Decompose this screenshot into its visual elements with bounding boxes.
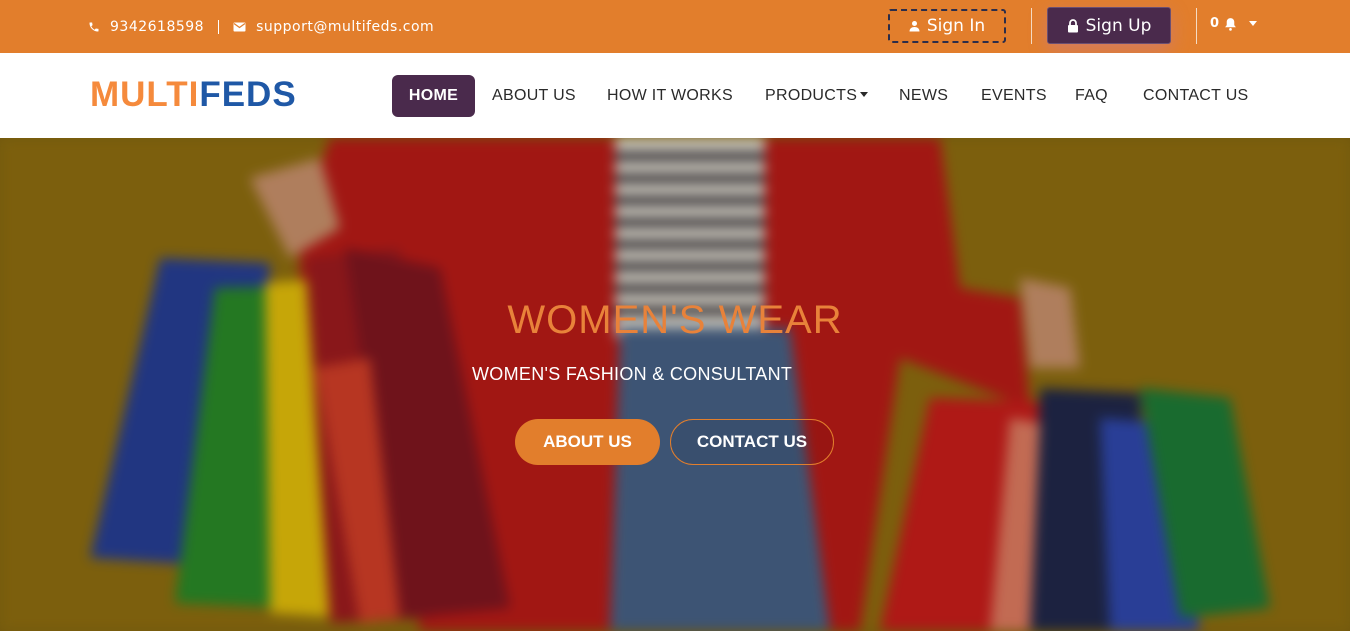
sign-in-label: Sign In <box>926 16 986 36</box>
nav-news[interactable]: NEWS <box>899 75 948 117</box>
nav-about-us[interactable]: ABOUT US <box>492 75 576 117</box>
phone-icon <box>89 22 99 31</box>
brand-logo[interactable]: MULTIFEDS <box>90 75 297 115</box>
hero-contact-us-button[interactable]: CONTACT US <box>670 419 834 465</box>
nav-home[interactable]: HOME <box>392 75 475 117</box>
nav-faq[interactable]: FAQ <box>1075 75 1108 117</box>
nav-events[interactable]: EVENTS <box>981 75 1047 117</box>
phone-contact[interactable]: 9342618598 <box>88 19 204 35</box>
notification-count: 0 <box>1210 16 1220 31</box>
contact-info: 9342618598 support@multifeds.com <box>88 0 434 53</box>
chevron-down-icon <box>1249 21 1258 26</box>
nav-products-label: PRODUCTS <box>765 87 858 104</box>
hero-title: WOMEN'S WEAR <box>507 298 843 342</box>
top-bar: 9342618598 support@multifeds.com Sign In… <box>0 0 1350 53</box>
nav-products[interactable]: PRODUCTS <box>765 75 869 117</box>
lock-icon <box>1067 18 1078 32</box>
sign-up-button[interactable]: Sign Up <box>1047 7 1171 44</box>
notifications-dropdown[interactable]: 0 <box>1210 16 1258 31</box>
nav-how-it-works[interactable]: HOW IT WORKS <box>607 75 733 117</box>
main-navbar: MULTIFEDS HOME ABOUT US HOW IT WORKS PRO… <box>0 53 1350 138</box>
phone-number: 9342618598 <box>110 18 205 35</box>
sign-in-button[interactable]: Sign In <box>888 9 1006 43</box>
mail-icon <box>233 22 246 31</box>
divider <box>218 19 220 34</box>
logo-text-feds: FEDS <box>199 75 297 114</box>
divider <box>1196 8 1197 44</box>
user-icon <box>909 21 920 32</box>
email-contact[interactable]: support@multifeds.com <box>233 19 434 35</box>
hero-subtitle: WOMEN'S FASHION & CONSULTANT <box>472 364 793 384</box>
email-address: support@multifeds.com <box>256 18 435 35</box>
logo-text-multi: MULTI <box>90 75 200 114</box>
sign-up-label: Sign Up <box>1085 15 1152 36</box>
hero-banner: WOMEN'S WEAR WOMEN'S FASHION & CONSULTAN… <box>0 138 1350 631</box>
bell-icon <box>1225 17 1236 31</box>
caret-down-icon <box>860 92 869 97</box>
hero-about-us-button[interactable]: ABOUT US <box>515 419 660 465</box>
divider <box>1031 8 1032 44</box>
nav-contact-us[interactable]: CONTACT US <box>1143 75 1249 117</box>
